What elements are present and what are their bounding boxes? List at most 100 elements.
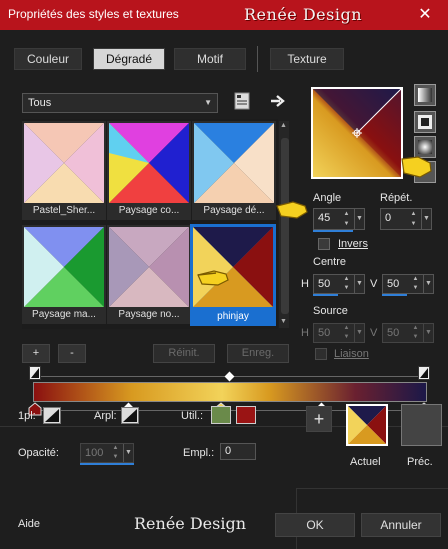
save-button[interactable]: Enreg. [227,344,289,363]
tab-degrade[interactable]: Dégradé [93,48,165,70]
add-swatch-button[interactable]: + [306,406,332,432]
opacity-midpoint[interactable] [224,371,235,382]
angle-slider[interactable] [313,230,353,232]
style-rectangular-button[interactable] [414,111,436,133]
tab-divider [257,46,258,72]
scrollbar-thumb[interactable] [281,138,289,314]
current-gradient-swatch[interactable] [346,404,388,446]
category-dropdown[interactable]: Tous ▼ [22,93,218,113]
reset-button[interactable]: Réinit. [153,344,215,363]
source-v-dropdown-icon[interactable]: ▼ [423,324,433,342]
center-v-spinner[interactable]: ▲ ▼ [410,275,421,293]
thumbnail-image [109,227,189,307]
thumbnail-label: Paysage dé... [203,205,265,216]
repeat-dropdown-icon[interactable]: ▼ [421,209,431,229]
source-h-spinner[interactable]: ▲ ▼ [341,324,352,342]
arpl-color-swatch[interactable] [121,407,139,424]
thumbnail-pastel-sherbet[interactable]: Pastel_Sher... [22,121,106,220]
util-background-swatch[interactable] [236,406,256,424]
thumbnail-image [194,123,274,203]
tab-couleur[interactable]: Couleur [14,48,82,70]
thumbnail-paysage-de[interactable]: Paysage dé... [192,121,276,220]
thumbnail-label: Pastel_Sher... [32,205,96,216]
remove-gradient-button[interactable]: - [58,344,86,363]
tab-motif[interactable]: Motif [174,48,246,70]
angle-dropdown-icon[interactable]: ▼ [354,209,364,229]
center-h-label: H [301,278,309,290]
thumbnail-paysage-ma[interactable]: Paysage ma... [22,225,106,324]
previous-label: Préc. [407,456,433,468]
opacity-label: Opacité: [18,447,59,459]
source-label: Source [313,305,348,317]
pointer-hand-icon [276,201,308,219]
link-checkbox[interactable] [315,348,327,360]
angle-spinner[interactable]: ▲ ▼ [341,209,352,229]
source-h-label: H [301,327,309,339]
opacity-spinner[interactable]: ▲ ▼ [110,444,121,462]
arpl-label: Arpl: [94,410,117,422]
opacity-stop-left[interactable] [29,366,41,380]
gradient-preview[interactable] [313,89,401,177]
ok-button[interactable]: OK [275,513,355,537]
center-label: Centre [313,256,347,268]
scroll-up-icon[interactable]: ▲ [280,122,287,129]
center-h-dropdown-icon[interactable]: ▼ [354,275,364,293]
source-h-value: 50 [318,327,331,339]
category-value: Tous [28,97,52,109]
brand-logo-top: Renée Design [244,5,363,24]
thumbnail-image [109,123,189,203]
angle-label: Angle [313,192,342,204]
scroll-down-icon[interactable]: ▼ [280,318,287,325]
chevron-down-icon: ▼ [204,98,212,107]
repeat-value: 0 [385,212,392,224]
library-icon[interactable] [234,92,250,110]
close-button[interactable]: ✕ [410,4,440,26]
thumbnail-label: Paysage co... [118,205,180,216]
pointer-hand-icon [197,270,229,286]
center-v-slider[interactable] [382,294,407,296]
util-label: Util.: [181,410,203,422]
opacity-value: 100 [85,447,104,459]
center-v-dropdown-icon[interactable]: ▼ [423,275,433,293]
empl-value: 0 [225,445,232,457]
empl-input[interactable]: 0 [220,443,256,460]
opacity-stop-right[interactable] [418,366,430,380]
repeat-spinner[interactable]: ▲ ▼ [408,209,419,229]
add-gradient-button[interactable]: + [22,344,50,363]
source-v-value: 50 [387,327,400,339]
help-link[interactable]: Aide [18,518,40,530]
center-v-label: V [370,278,378,290]
util-foreground-swatch[interactable] [211,406,231,424]
link-label: Liaison [334,348,369,360]
window-title: Propriétés des styles et textures [8,7,179,21]
pointer-hand-icon [401,156,432,178]
thumbnail-image [24,123,104,203]
cancel-button[interactable]: Annuler [361,513,441,537]
invert-checkbox[interactable] [318,238,330,250]
invert-label: Invers [338,238,368,250]
source-v-spinner[interactable]: ▲ ▼ [410,324,421,342]
current-label: Actuel [350,456,381,468]
opl-label: 1pl: [18,410,36,422]
opl-color-swatch[interactable] [43,407,61,424]
repeat-label: Répét. [380,192,413,204]
thumbnail-label: phinjay [217,311,249,322]
thumbnail-paysage-no[interactable]: Paysage no... [107,225,191,324]
thumbnail-label: Paysage ma... [32,309,96,320]
thumbnail-label: Paysage no... [118,309,180,320]
tab-texture[interactable]: Texture [270,48,344,70]
style-linear-button[interactable] [414,84,436,106]
opacity-slider[interactable] [80,463,134,465]
empl-label: Empl.: [183,447,215,459]
center-h-spinner[interactable]: ▲ ▼ [341,275,352,293]
gradient-bar[interactable] [33,382,427,402]
opacity-dropdown-icon[interactable]: ▼ [123,444,133,462]
previous-swatch[interactable] [401,404,442,446]
center-h-slider[interactable] [313,294,338,296]
source-h-dropdown-icon[interactable]: ▼ [354,324,364,342]
thumbnail-image [24,227,104,307]
thumbnail-paysage-co[interactable]: Paysage co... [107,121,191,220]
source-v-label: V [370,327,378,339]
arrow-right-icon[interactable] [270,94,286,108]
brand-logo-bottom: Renée Design [134,514,247,533]
